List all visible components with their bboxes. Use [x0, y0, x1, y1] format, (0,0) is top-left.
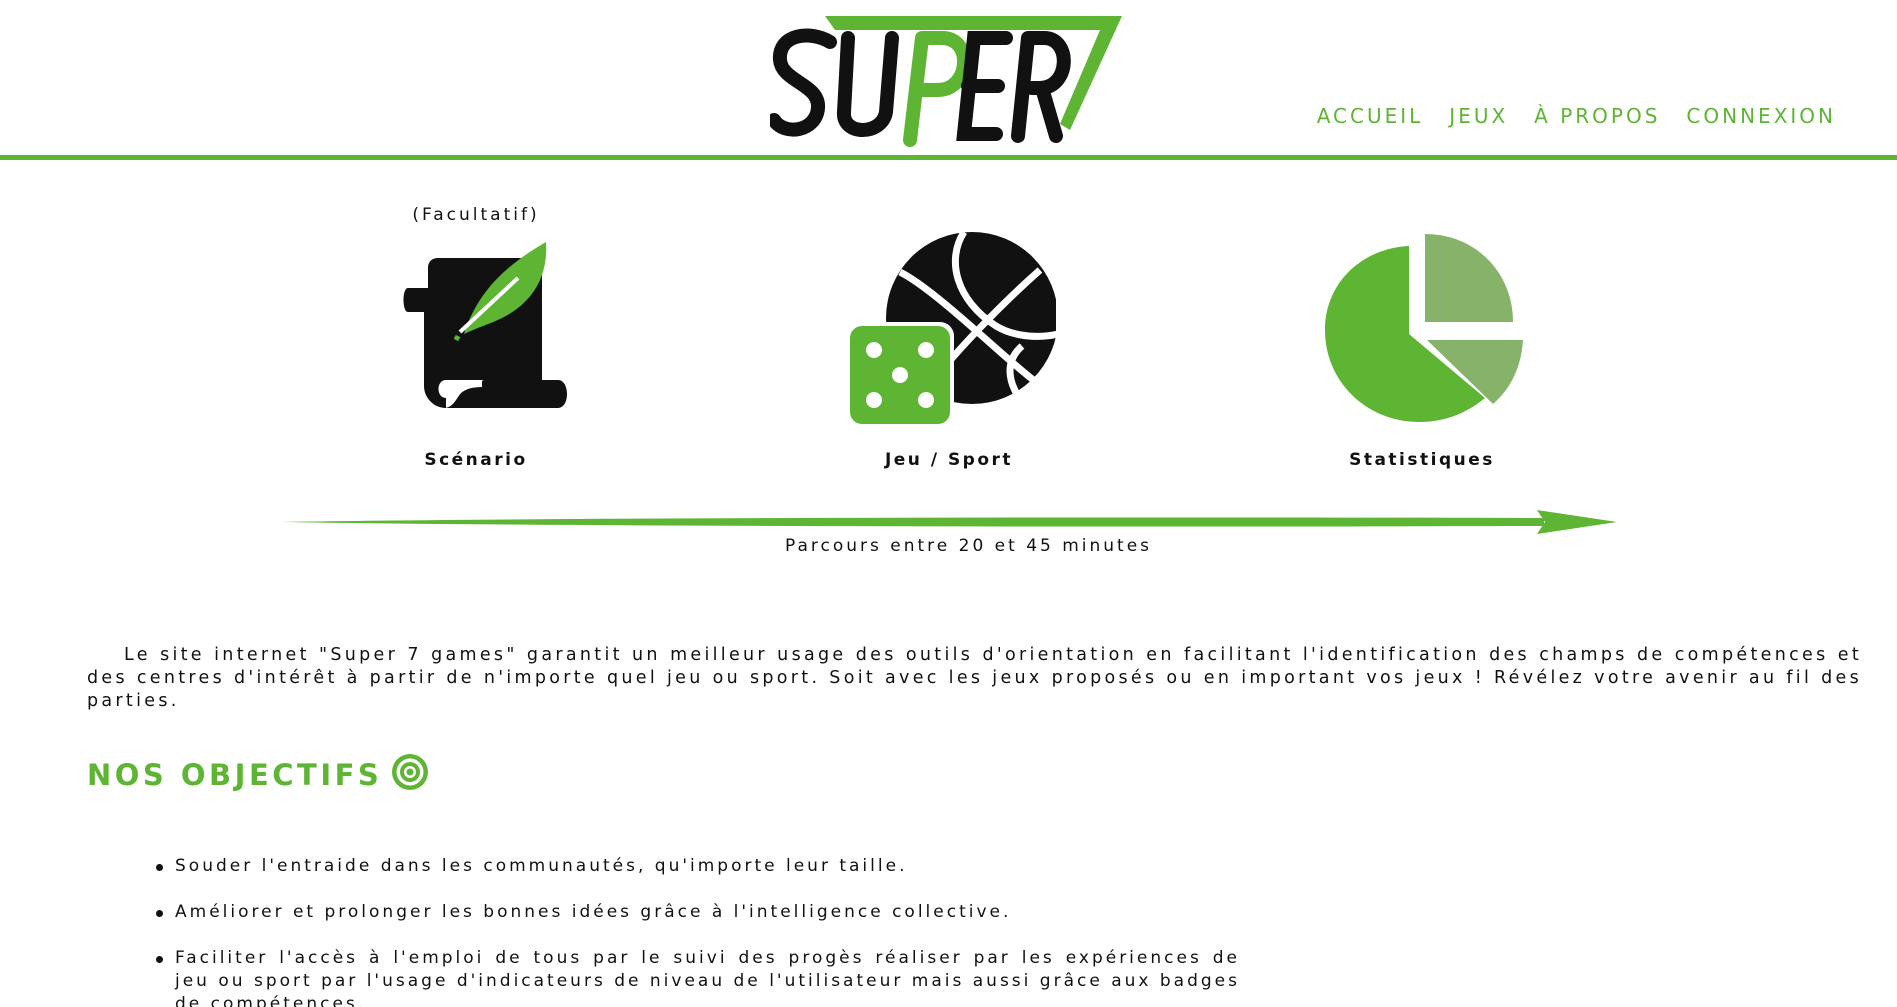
target-icon — [390, 752, 430, 798]
main-nav: ACCUEIL JEUX À PROPOS CONNEXION — [1317, 104, 1836, 128]
objectives-title: NOS OBJECTIFS — [87, 758, 383, 792]
scroll-quill-icon — [398, 230, 578, 424]
step-optional-note: (Facultatif) — [412, 205, 540, 225]
page: ACCUEIL JEUX À PROPOS CONNEXION (Faculta… — [0, 0, 1897, 1007]
basketball-dice-icon — [846, 230, 1059, 429]
objective-text: Améliorer et prolonger les bonnes idées … — [175, 902, 1012, 922]
bullet-icon — [156, 910, 163, 917]
nav-jeux[interactable]: JEUX — [1449, 104, 1508, 128]
objectives-heading: NOS OBJECTIFS — [87, 752, 430, 798]
step-label-scenario: Scénario — [424, 450, 528, 470]
list-item: Faciliter l'accès à l'emploi de tous par… — [156, 947, 1240, 1007]
pie-chart-icon — [1323, 230, 1523, 429]
header-divider — [0, 155, 1897, 160]
objective-text: Souder l'entraide dans les communautés, … — [175, 856, 908, 876]
bullet-icon — [156, 864, 163, 871]
list-item: Améliorer et prolonger les bonnes idées … — [156, 901, 1240, 924]
nav-a-propos[interactable]: À PROPOS — [1534, 104, 1660, 128]
super7-logo[interactable] — [770, 12, 1130, 147]
nav-connexion[interactable]: CONNEXION — [1686, 104, 1836, 128]
list-item: Souder l'entraide dans les communautés, … — [156, 855, 1240, 878]
objectives-list: Souder l'entraide dans les communautés, … — [156, 855, 1240, 1007]
journey-duration: Parcours entre 20 et 45 minutes — [784, 536, 1153, 556]
step-label-jeu-sport: Jeu / Sport — [884, 450, 1014, 470]
site-header: ACCUEIL JEUX À PROPOS CONNEXION — [0, 0, 1897, 160]
intro-paragraph: Le site internet "Super 7 games" garanti… — [87, 645, 1862, 711]
nav-accueil[interactable]: ACCUEIL — [1317, 104, 1424, 128]
objective-text: Faciliter l'accès à l'emploi de tous par… — [175, 948, 1240, 1007]
bullet-icon — [156, 956, 163, 963]
step-label-statistiques: Statistiques — [1349, 450, 1495, 470]
